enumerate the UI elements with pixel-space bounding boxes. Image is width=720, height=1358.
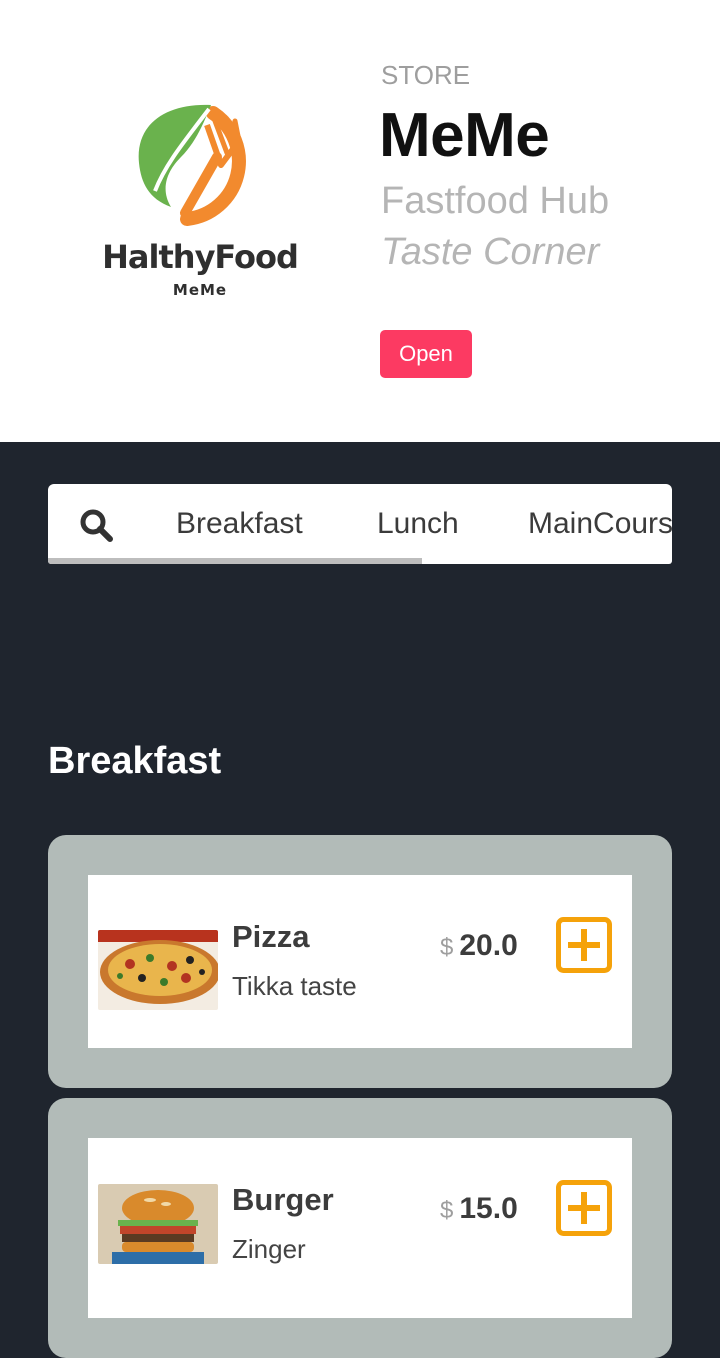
item-price: $15.0 [440, 1192, 518, 1226]
store-header: HalthyFood MeMe STORE MeMe Fastfood Hub … [0, 0, 720, 442]
menu-item-content: Pizza Tikka taste $20.0 [88, 875, 632, 1048]
item-name: Burger [232, 1182, 334, 1217]
logo-title: HalthyFood [102, 238, 299, 276]
item-name: Pizza [232, 919, 310, 954]
leaf-fork-logo-icon [138, 104, 246, 226]
price-value: 20.0 [459, 929, 518, 962]
add-to-cart-button[interactable] [556, 1180, 612, 1236]
price-value: 15.0 [459, 1192, 518, 1225]
store-tagline: Fastfood Hub [381, 180, 610, 222]
search-tab[interactable] [48, 484, 144, 562]
menu-item-content: Burger Zinger $15.0 [88, 1138, 632, 1318]
store-tagline-secondary: Taste Corner [381, 231, 600, 273]
add-to-cart-button[interactable] [556, 917, 612, 973]
search-icon [80, 509, 113, 542]
currency-symbol: $ [440, 934, 454, 961]
section-title: Breakfast [48, 740, 222, 782]
menu-item-card: Pizza Tikka taste $20.0 [48, 835, 672, 1088]
burger-image [98, 1184, 218, 1264]
menu-item-card: Burger Zinger $15.0 [48, 1098, 672, 1358]
tab-lunch[interactable]: Lunch [377, 484, 459, 560]
status-badge: Open [380, 330, 472, 378]
tab-breakfast[interactable]: Breakfast [176, 484, 303, 560]
logo-subtitle: MeMe [172, 281, 228, 299]
tab-maincourse[interactable]: MainCourse [528, 484, 672, 560]
store-label: STORE [381, 60, 471, 90]
category-tab-bar: Breakfast Lunch MainCourse [48, 484, 672, 564]
pizza-image [98, 930, 218, 1010]
store-logo: HalthyFood MeMe [95, 95, 305, 310]
item-description: Zinger [232, 1234, 306, 1264]
item-description: Tikka taste [232, 971, 357, 1001]
currency-symbol: $ [440, 1197, 454, 1224]
tab-scroll-indicator [48, 558, 422, 564]
item-price: $20.0 [440, 929, 518, 963]
store-name: MeMe [379, 101, 550, 170]
